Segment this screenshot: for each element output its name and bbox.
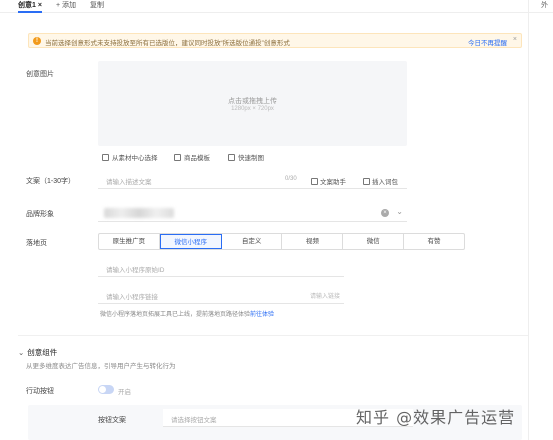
- alert-text: 当前选择创意形式未支持投放至所有已选版位，建议同时投放“所选版位通投”创意形式: [45, 40, 290, 47]
- brand-select[interactable]: × ⌄: [98, 205, 407, 222]
- quick-design-label: 快速制图: [238, 155, 264, 162]
- miniprogram-id-input[interactable]: 请输入小程序原始ID: [98, 260, 344, 277]
- cta-toggle-label: 开启: [118, 389, 131, 396]
- image-upload-area[interactable]: 点击或拖拽上传 1280px × 720px: [98, 61, 407, 146]
- brand-label: 品牌形象: [26, 211, 54, 218]
- copy-input[interactable]: 请输入描述文案 0/30 文案助手 插入词包: [98, 172, 407, 189]
- product-template-link[interactable]: 商品模板: [174, 152, 210, 162]
- cta-label: 行动按钮: [26, 388, 54, 395]
- landing-option-video[interactable]: 视频: [282, 234, 344, 249]
- design-icon: [228, 154, 235, 161]
- upload-size-hint: 1280px × 720px: [231, 106, 274, 112]
- creative-image-label: 创意图片: [26, 71, 54, 78]
- miniprogram-link-hint: 请输入链接: [309, 294, 340, 300]
- zhihu-watermark: 知乎 @效果广告运营: [356, 408, 516, 427]
- landing-option-miniprogram[interactable]: 微信小程序: [159, 234, 222, 249]
- upload-text: 点击或拖拽上传: [228, 98, 277, 105]
- cta-toggle[interactable]: [98, 385, 114, 394]
- button-text-placeholder: 请选择按钮文案: [171, 417, 217, 424]
- image-icon: [102, 154, 109, 161]
- try-now-link[interactable]: 前往体验: [250, 312, 274, 318]
- component-section-header[interactable]: ⌄ 创意组件: [18, 347, 57, 358]
- copy-label: 文案（1-30字）: [26, 178, 76, 185]
- landing-option-wechat[interactable]: 微信: [343, 234, 405, 249]
- quick-design-link[interactable]: 快速制图: [228, 152, 264, 162]
- creative-tab-bar: 创意1 × + 添加 复制: [0, 0, 553, 13]
- right-panel-label: 外: [541, 2, 548, 9]
- miniprogram-link-input[interactable]: 请输入小程序链接 请输入链接: [98, 287, 344, 304]
- material-center-link[interactable]: 从素材中心选择: [102, 152, 158, 162]
- product-template-label: 商品模板: [184, 155, 210, 162]
- section-divider: [18, 335, 528, 336]
- assistant-icon: [311, 178, 318, 185]
- miniprogram-link-placeholder: 请输入小程序链接: [106, 294, 158, 301]
- brand-blurred-value: [104, 208, 174, 218]
- button-text-label: 按钮文案: [98, 417, 126, 424]
- component-title: 创意组件: [27, 348, 58, 357]
- template-icon: [174, 154, 181, 161]
- chevron-down-icon: ⌄: [18, 348, 25, 357]
- material-center-label: 从素材中心选择: [112, 155, 158, 162]
- landing-option-custom[interactable]: 自定义: [222, 234, 283, 249]
- tab-add[interactable]: + 添加: [56, 0, 76, 13]
- chevron-down-icon[interactable]: ⌄: [396, 207, 403, 216]
- miniprogram-id-placeholder: 请输入小程序原始ID: [106, 267, 165, 274]
- insert-icon: [363, 178, 370, 185]
- miniprogram-note-text: 微信小程序落地页拓展工具已上线，提前落地页路径体验: [100, 312, 251, 318]
- tab-copy[interactable]: 复制: [90, 0, 104, 13]
- insert-word-button[interactable]: 插入词包: [363, 176, 398, 186]
- landing-option-youzan[interactable]: 有赞: [404, 234, 464, 249]
- miniprogram-note: 微信小程序落地页拓展工具已上线，提前落地页路径体验前往体验: [100, 309, 274, 318]
- right-panel: 外: [528, 0, 553, 440]
- landing-label: 落地页: [26, 240, 47, 247]
- insert-word-label: 插入词包: [372, 179, 398, 186]
- warning-alert: ! 当前选择创意形式未支持投放至所有已选版位，建议同时投放“所选版位通投”创意形…: [28, 33, 522, 48]
- creative-form: ! 当前选择创意形式未支持投放至所有已选版位，建议同时投放“所选版位通投”创意形…: [18, 13, 528, 440]
- component-description: 从更多维度表达广告信息，引导用户产生与转化行为: [26, 363, 176, 370]
- landing-option-native[interactable]: 原生推广页: [99, 234, 160, 249]
- close-icon[interactable]: ×: [513, 36, 517, 43]
- copy-assistant-label: 文案助手: [320, 179, 346, 186]
- warning-icon: !: [33, 37, 41, 45]
- copy-placeholder: 请输入描述文案: [106, 179, 152, 186]
- copy-counter: 0/30: [285, 176, 297, 182]
- clear-icon[interactable]: ×: [381, 209, 389, 217]
- landing-type-selector: 原生推广页 微信小程序 自定义 视频 微信 有赞: [98, 233, 465, 250]
- dismiss-today-link[interactable]: 今日不再提醒: [468, 37, 507, 47]
- copy-assistant-button[interactable]: 文案助手: [311, 176, 346, 186]
- tab-creative-1[interactable]: 创意1 ×: [18, 0, 42, 13]
